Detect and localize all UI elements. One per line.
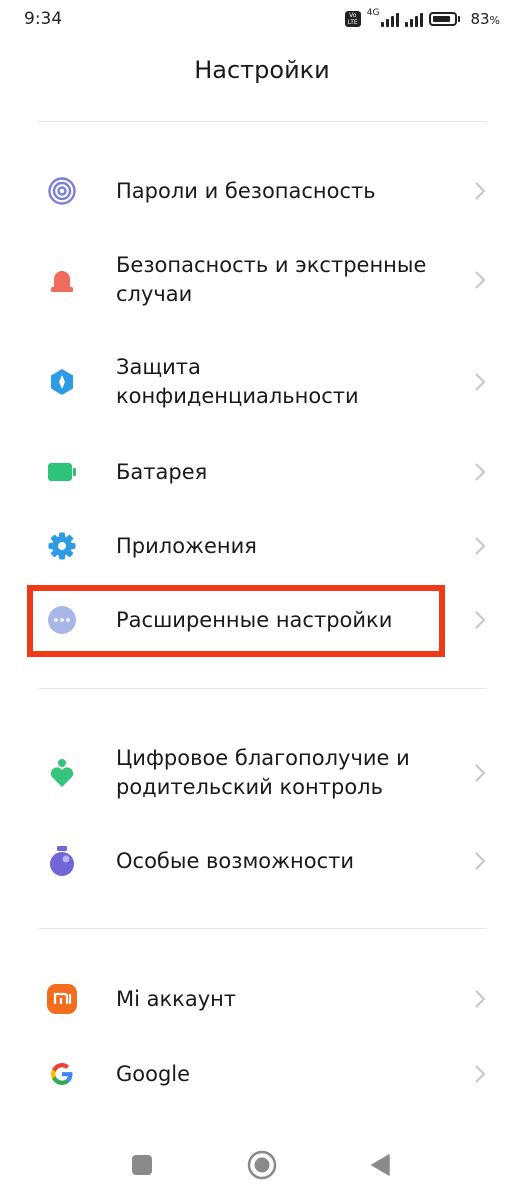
- settings-item-battery[interactable]: Батарея: [0, 443, 524, 501]
- status-time: 9:34: [24, 9, 63, 29]
- settings-item-label: Цифровое благополучие и родительский кон…: [116, 746, 410, 799]
- battery-icon: [44, 454, 80, 490]
- settings-item-label: Батарея: [116, 459, 208, 484]
- divider: [38, 688, 486, 689]
- settings-item-safety-emergency[interactable]: Безопасность и экстренные случаи: [0, 248, 524, 312]
- chevron-right-icon: [475, 537, 486, 555]
- recent-apps-button[interactable]: [127, 1150, 157, 1180]
- settings-item-advanced-settings[interactable]: Расширенные настройки: [0, 591, 524, 649]
- navigation-bar: [0, 1135, 524, 1195]
- chevron-right-icon: [475, 271, 486, 289]
- alarm-light-icon: [44, 262, 80, 298]
- settings-item-label: Защита конфиденциальности: [116, 355, 359, 408]
- back-button[interactable]: [366, 1150, 396, 1180]
- settings-item-label: Расширенные настройки: [116, 607, 393, 632]
- home-button[interactable]: [247, 1150, 277, 1180]
- more-dots-icon: [44, 602, 80, 638]
- fingerprint-icon: [44, 173, 80, 209]
- network-type: 4G: [366, 8, 380, 18]
- settings-item-passwords-security[interactable]: Пароли и безопасность: [0, 162, 524, 220]
- mi-logo-icon: [44, 981, 80, 1017]
- volte-icon: Vo LTE: [344, 11, 361, 27]
- chevron-right-icon: [475, 463, 486, 481]
- battery-percent: 83%: [470, 10, 500, 28]
- settings-item-label: Пароли и безопасность: [116, 178, 376, 203]
- status-bar: 9:34 Vo LTE 4G 83%: [0, 0, 524, 40]
- chevron-right-icon: [475, 764, 486, 782]
- settings-item-accessibility[interactable]: Особые возможности: [0, 832, 524, 890]
- settings-item-digital-wellbeing[interactable]: Цифровое благополучие и родительский кон…: [0, 741, 524, 805]
- square-icon: [132, 1155, 152, 1175]
- divider: [38, 121, 486, 122]
- chevron-right-icon: [475, 1065, 486, 1083]
- chevron-right-icon: [475, 611, 486, 629]
- privacy-shield-icon: [44, 364, 80, 400]
- chevron-right-icon: [475, 373, 486, 391]
- page-title: Настройки: [194, 56, 330, 84]
- settings-item-mi-account[interactable]: Mi аккаунт: [0, 970, 524, 1028]
- status-indicators: Vo LTE 4G 83%: [344, 8, 500, 30]
- gear-icon: [44, 528, 80, 564]
- back-triangle-icon: [371, 1154, 390, 1176]
- settings-item-apps[interactable]: Приложения: [0, 517, 524, 575]
- signal-sim1-icon: [381, 11, 400, 27]
- chevron-right-icon: [475, 852, 486, 870]
- chevron-right-icon: [475, 990, 486, 1008]
- settings-item-google[interactable]: Google: [0, 1045, 524, 1103]
- settings-item-label: Особые возможности: [116, 848, 355, 873]
- battery-fill: [433, 16, 451, 22]
- settings-item-label: Mi аккаунт: [116, 986, 237, 1011]
- google-logo-icon: [44, 1056, 80, 1092]
- settings-item-label: Приложения: [116, 533, 257, 558]
- signal-sim2-icon: [405, 11, 424, 27]
- battery-status-icon: [429, 12, 461, 26]
- divider: [38, 928, 486, 929]
- settings-item-label: Безопасность и экстренные случаи: [116, 253, 427, 306]
- settings-item-privacy-protection[interactable]: Защита конфиденциальности: [0, 350, 524, 414]
- settings-item-label: Google: [116, 1061, 191, 1086]
- home-circle-icon: [247, 1150, 277, 1180]
- accessibility-icon: [44, 843, 80, 879]
- wellbeing-icon: [44, 755, 80, 791]
- chevron-right-icon: [475, 182, 486, 200]
